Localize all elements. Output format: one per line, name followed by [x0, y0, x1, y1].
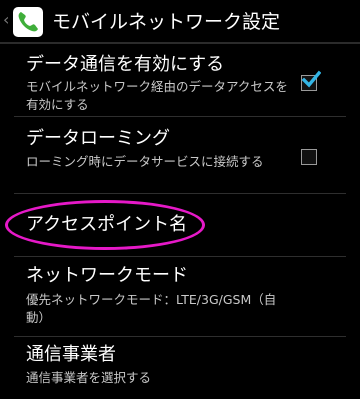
- checkmark-icon: [301, 70, 321, 88]
- pref-data-roaming[interactable]: データローミング ローミング時にデータサービスに接続する: [0, 117, 360, 193]
- pref-network-mode[interactable]: ネットワークモード 優先ネットワークモード：LTE/3G/GSM（自動）: [0, 257, 360, 336]
- pref-title: ネットワークモード: [26, 265, 188, 286]
- data-roaming-checkbox[interactable]: [301, 149, 317, 165]
- pref-title: アクセスポイント名: [26, 214, 188, 235]
- pref-title: 通信事業者: [26, 344, 116, 365]
- phone-icon[interactable]: [12, 6, 44, 38]
- pref-summary: ローミング時にデータサービスに接続する: [26, 154, 264, 169]
- data-enabled-checkbox[interactable]: [301, 70, 321, 91]
- pref-title: データ通信を有効にする: [26, 54, 225, 75]
- page-title: モバイルネットワーク設定: [52, 11, 281, 33]
- pref-title: データローミング: [26, 128, 170, 149]
- pref-summary: 通信事業者を選択する: [26, 370, 152, 385]
- up-caret-icon[interactable]: ‹: [3, 10, 9, 30]
- pref-carrier[interactable]: 通信事業者 通信事業者を選択する: [0, 337, 360, 399]
- pref-summary: モバイルネットワーク経由のデータアクセスを有効にする: [26, 79, 288, 112]
- preference-list: データ通信を有効にする モバイルネットワーク経由のデータアクセスを有効にする デ…: [0, 46, 360, 399]
- pref-access-point-names[interactable]: アクセスポイント名: [0, 194, 360, 256]
- pref-data-enabled[interactable]: データ通信を有効にする モバイルネットワーク経由のデータアクセスを有効にする: [0, 46, 360, 116]
- action-bar: ‹ モバイルネットワーク設定: [0, 0, 360, 44]
- pref-summary: 優先ネットワークモード：LTE/3G/GSM（自動）: [26, 292, 277, 325]
